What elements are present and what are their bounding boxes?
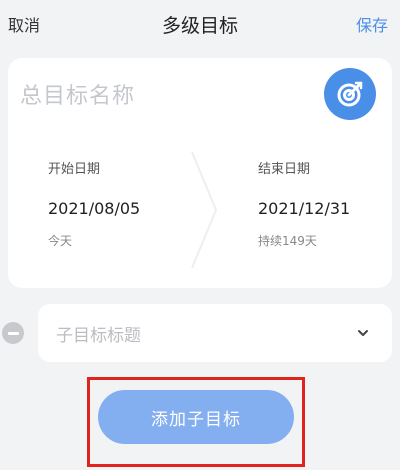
cancel-button[interactable]: 取消 <box>8 12 40 36</box>
start-date-label: 开始日期 <box>48 162 101 177</box>
end-date[interactable]: 结束日期 2021/12/31 持续149天 <box>258 158 350 249</box>
end-date-label: 结束日期 <box>258 162 311 177</box>
goal-card: 总目标名称 开始日期 2021/08/05 今天 结束日期 2021/12/31… <box>8 58 392 288</box>
subgoal-row[interactable]: 子目标标题 <box>38 304 392 362</box>
remove-subgoal-button[interactable] <box>2 322 24 344</box>
minus-icon <box>7 331 19 335</box>
goal-name-input[interactable]: 总目标名称 <box>20 78 135 110</box>
start-date-sub: 今天 <box>48 234 73 248</box>
subgoal-title-input[interactable]: 子目标标题 <box>56 321 141 346</box>
start-date-value: 2021/08/05 <box>48 199 141 218</box>
page-title: 多级目标 <box>161 14 238 37</box>
start-date[interactable]: 开始日期 2021/08/05 今天 <box>48 158 140 249</box>
target-icon-glyph <box>337 81 363 107</box>
end-date-sub: 持续149天 <box>258 234 317 248</box>
chevron-down-icon[interactable] <box>356 328 370 338</box>
save-button[interactable]: 保存 <box>356 12 388 36</box>
end-date-value: 2021/12/31 <box>258 199 351 218</box>
chevron-right-icon <box>191 151 218 269</box>
nav-bar: 取消 多级目标 保存 <box>0 0 400 48</box>
add-subgoal-button[interactable]: 添加子目标 <box>98 390 294 444</box>
target-icon[interactable] <box>324 68 376 120</box>
